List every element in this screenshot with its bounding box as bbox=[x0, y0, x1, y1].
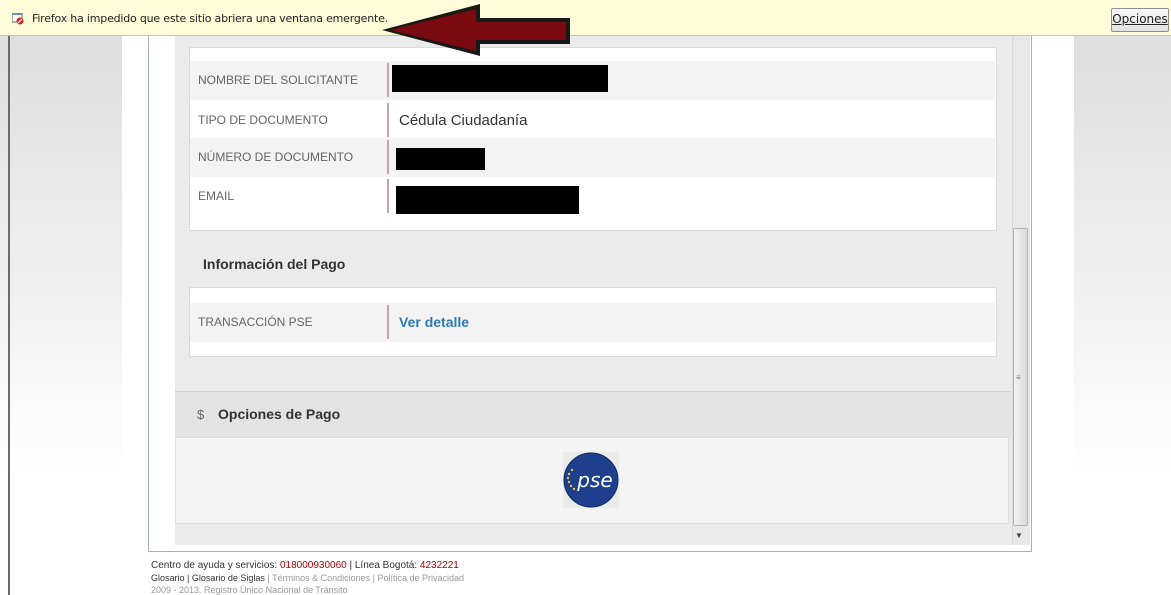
footer-links: Glosario | Glosario de Siglas | Términos… bbox=[151, 573, 464, 583]
row-label: TRANSACCIÓN PSE bbox=[198, 315, 313, 329]
row-label: NOMBRE DEL SOLICITANTE bbox=[198, 73, 359, 87]
popup-blocked-message: Firefox ha impedido que este sitio abrie… bbox=[32, 12, 388, 25]
window-edge bbox=[8, 36, 10, 595]
row-value: Cédula Ciudadanía bbox=[399, 112, 528, 129]
footer-help: Centro de ayuda y servicios: 01800093006… bbox=[151, 560, 459, 571]
payment-options-header: $ Opciones de Pago bbox=[175, 391, 1011, 437]
terms-link[interactable]: Términos & Condiciones bbox=[272, 573, 370, 583]
scroll-down-arrow-icon[interactable]: ▼ bbox=[1015, 531, 1023, 540]
payment-options-title: Opciones de Pago bbox=[218, 406, 341, 422]
row-divider bbox=[387, 63, 389, 97]
dollar-icon: $ bbox=[197, 407, 205, 422]
popup-blocked-icon bbox=[12, 13, 24, 25]
redacted-email bbox=[396, 186, 579, 214]
row-divider bbox=[387, 103, 389, 137]
table-row: TRANSACCIÓN PSE Ver detalle bbox=[190, 303, 995, 342]
redacted-name bbox=[392, 65, 608, 92]
row-divider bbox=[387, 140, 389, 174]
options-button[interactable]: Opciones bbox=[1111, 8, 1169, 32]
row-divider bbox=[387, 179, 389, 213]
help-phone: 018000930060 bbox=[279, 560, 347, 571]
bogota-text: | Línea Bogotá: bbox=[346, 560, 420, 571]
glossary-link[interactable]: Glosario bbox=[151, 573, 185, 583]
left-arrow-annotation-icon bbox=[382, 4, 570, 56]
help-text: Centro de ayuda y servicios: bbox=[151, 560, 280, 571]
row-label: EMAIL bbox=[198, 189, 235, 203]
table-row: EMAIL bbox=[190, 177, 995, 216]
table-row: TIPO DE DOCUMENTO Cédula Ciudadanía bbox=[190, 101, 995, 140]
redacted-document-number bbox=[396, 148, 485, 170]
privacy-link[interactable]: Política de Privacidad bbox=[377, 573, 464, 583]
table-row: NÚMERO DE DOCUMENTO bbox=[190, 138, 995, 177]
row-label: TIPO DE DOCUMENTO bbox=[198, 113, 328, 127]
pse-logo-button[interactable]: pse bbox=[563, 452, 619, 508]
row-divider bbox=[387, 305, 389, 339]
bogota-phone: 4232221 bbox=[419, 560, 459, 571]
view-detail-link[interactable]: Ver detalle bbox=[399, 314, 469, 330]
grip-icon: ≡ bbox=[1016, 373, 1021, 382]
glossary-acronyms-link[interactable]: Glosario de Siglas bbox=[192, 573, 265, 583]
footer-copyright: 2009 - 2013. Registro Único Nacional de … bbox=[151, 585, 348, 595]
payment-info-title: Información del Pago bbox=[203, 256, 346, 272]
pse-logo-text: pse bbox=[576, 468, 612, 492]
footer-separator: | bbox=[184, 573, 192, 583]
popup-blocked-bar: Firefox ha impedido que este sitio abrie… bbox=[0, 0, 1171, 36]
row-label: NÚMERO DE DOCUMENTO bbox=[198, 150, 354, 164]
